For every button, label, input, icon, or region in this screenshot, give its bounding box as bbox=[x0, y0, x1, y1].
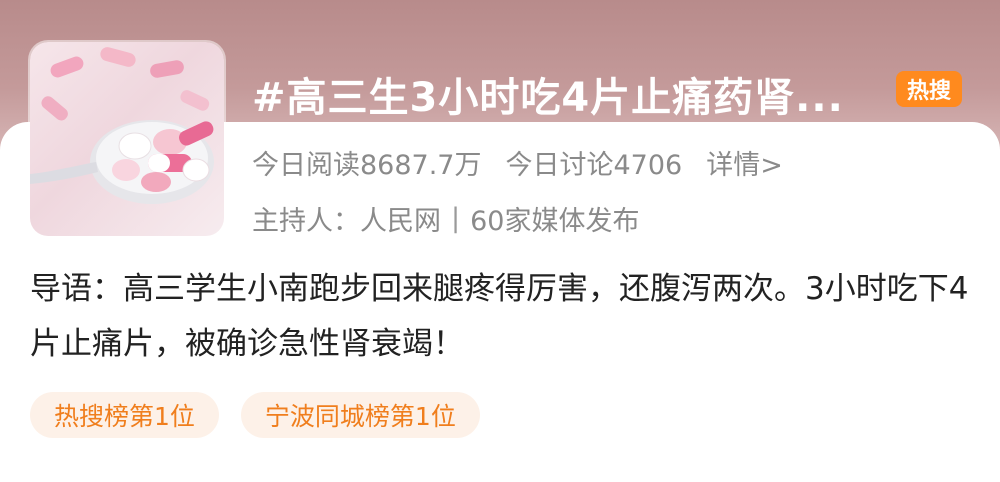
host-info: 主持人： 人民网 | 60家媒体发布 bbox=[252, 198, 639, 238]
discussion-count: 今日讨论4706 bbox=[505, 149, 683, 181]
topic-intro: 导语：高三学生小南跑步回来腿疼得厉害，还腹泻两次。3小时吃下4片止痛片，被确诊急… bbox=[30, 271, 969, 362]
details-link[interactable]: 详情> bbox=[706, 143, 783, 182]
topic-thumbnail[interactable] bbox=[30, 42, 224, 236]
topic-stats: 今日阅读8687.7万 今日讨论4706 详情> bbox=[252, 142, 783, 182]
hot-badge: 热搜 bbox=[896, 71, 962, 107]
ranking-tags: 热搜榜第1位 宁波同城榜第1位 bbox=[30, 392, 480, 438]
read-count: 今日阅读8687.7万 bbox=[252, 149, 482, 181]
pills-on-spoon-icon bbox=[30, 47, 214, 204]
tag-ningbo-city-rank[interactable]: 宁波同城榜第1位 bbox=[240, 392, 480, 438]
host-name[interactable]: 人民网 bbox=[360, 199, 441, 238]
host-label: 主持人： bbox=[252, 205, 360, 237]
media-count[interactable]: 60家媒体发布 bbox=[470, 199, 639, 238]
host-separator: | bbox=[451, 202, 461, 234]
topic-title[interactable]: #高三生3小时吃4片止痛药肾... bbox=[252, 65, 844, 123]
tag-hot-search-rank[interactable]: 热搜榜第1位 bbox=[30, 392, 219, 438]
topic-title-row: #高三生3小时吃4片止痛药肾... bbox=[252, 66, 872, 122]
